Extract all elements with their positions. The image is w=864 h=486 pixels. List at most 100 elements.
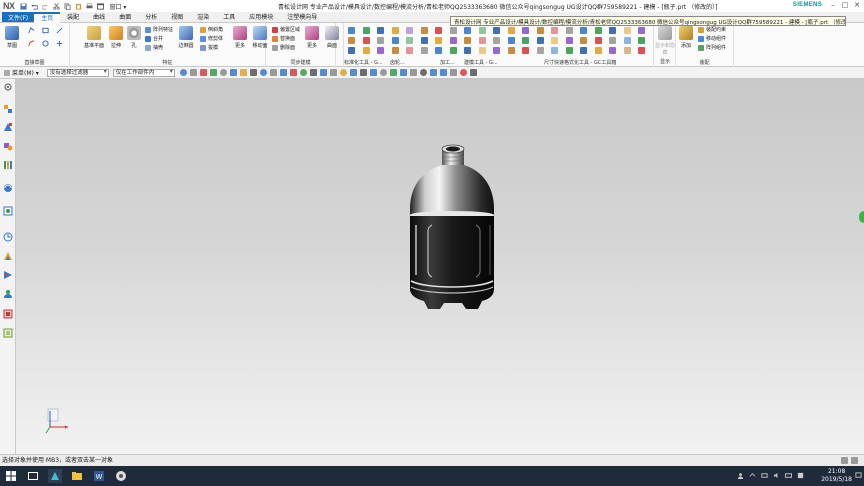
resource-slide-handle[interactable]: [859, 211, 864, 223]
paste-icon[interactable]: [75, 3, 82, 10]
gc-tool-icon[interactable]: [551, 27, 558, 34]
snap-tool-icon[interactable]: [340, 69, 348, 76]
type-filter-dropdown[interactable]: 没有选择过滤器: [46, 68, 109, 77]
gc-tool-icon[interactable]: [464, 47, 471, 54]
move-component-button[interactable]: 移动组件: [698, 35, 726, 42]
snap-tool-icon[interactable]: [190, 69, 198, 76]
gc-tool-icon[interactable]: [638, 47, 645, 54]
minimize-button[interactable]: –: [828, 1, 838, 10]
tab-view[interactable]: 视图: [164, 12, 190, 23]
gc-tool-icon[interactable]: [623, 47, 631, 54]
constraint-navigator-icon[interactable]: [3, 122, 13, 132]
snap-tool-icon[interactable]: [410, 69, 418, 76]
snap-tool-icon[interactable]: [350, 69, 358, 76]
gc-tool-icon[interactable]: [348, 27, 355, 34]
add-component-button[interactable]: 添加: [676, 26, 696, 49]
trim-body-button[interactable]: 修剪体: [200, 35, 223, 42]
snap-tool-icon[interactable]: [300, 69, 308, 76]
close-button[interactable]: ✕: [852, 1, 862, 10]
gc-tool-icon[interactable]: [362, 47, 370, 54]
point-icon[interactable]: [56, 40, 63, 47]
tab-render[interactable]: 渲染: [190, 12, 216, 23]
snap-tool-icon[interactable]: [430, 69, 438, 76]
tab-analysis[interactable]: 分析: [138, 12, 164, 23]
gc-tool-icon[interactable]: [464, 27, 471, 34]
assembly-navigator-icon[interactable]: [3, 104, 13, 114]
notification-icon[interactable]: [855, 472, 862, 479]
recorder-app-icon[interactable]: [114, 469, 128, 483]
hole-button[interactable]: 孔: [124, 26, 144, 49]
print-icon[interactable]: [85, 2, 93, 10]
gc-tool-icon[interactable]: [565, 47, 573, 54]
gc-tool-icon[interactable]: [362, 27, 370, 34]
gc-tool-icon[interactable]: [435, 27, 442, 34]
surface-button[interactable]: 曲面: [322, 26, 342, 49]
file-menu-button[interactable]: 文件(F): [2, 12, 35, 22]
history-icon[interactable]: [3, 232, 13, 242]
move-face-button[interactable]: 移动面: [250, 26, 270, 49]
snap-tool-icon[interactable]: [450, 69, 458, 76]
extrude-button[interactable]: 拉伸: [106, 26, 126, 49]
tab-assembly[interactable]: 装配: [60, 12, 86, 23]
gc-tool-icon[interactable]: [609, 27, 616, 34]
shell-button[interactable]: 抽壳: [145, 44, 163, 51]
tray-chevron-icon[interactable]: [749, 472, 756, 479]
snap-tool-icon[interactable]: [290, 69, 298, 76]
gc-tool-icon[interactable]: [507, 37, 515, 44]
edge-blend-button[interactable]: 边倒圆: [176, 26, 196, 49]
maximize-button[interactable]: □: [840, 1, 850, 10]
snap-tool-icon[interactable]: [280, 69, 288, 76]
gc-tool-icon[interactable]: [435, 47, 442, 54]
gc-tool-icon[interactable]: [406, 27, 413, 34]
gc-tool-icon[interactable]: [391, 27, 399, 34]
role-icon[interactable]: [3, 289, 13, 299]
gc-tool-icon[interactable]: [638, 37, 645, 44]
gc-tool-icon[interactable]: [522, 37, 529, 44]
start-windows-icon[interactable]: [4, 469, 18, 483]
part-navigator-icon[interactable]: [3, 141, 13, 151]
assembly-constraint-button[interactable]: 装配约束: [698, 26, 726, 33]
unite-button[interactable]: 合并: [145, 35, 163, 42]
cut-icon[interactable]: [52, 2, 60, 10]
tab-home[interactable]: 主页: [34, 11, 61, 23]
manufacturing-wizard-icon[interactable]: [3, 270, 13, 280]
snap-tool-icon[interactable]: [210, 69, 218, 76]
gc-tool-icon[interactable]: [580, 47, 587, 54]
more-sync-button[interactable]: 更多: [302, 26, 322, 49]
profile-icon[interactable]: [28, 27, 35, 34]
gc-tool-icon[interactable]: [377, 27, 384, 34]
gc-tool-icon[interactable]: [420, 37, 428, 44]
gc-tool-icon[interactable]: [522, 27, 529, 34]
properties-icon[interactable]: [3, 328, 13, 338]
tab-surface[interactable]: 曲面: [112, 12, 138, 23]
snap-tool-icon[interactable]: [470, 69, 478, 76]
snap-tool-icon[interactable]: [420, 69, 428, 76]
window-icon[interactable]: [96, 2, 104, 10]
gc-tool-icon[interactable]: [478, 47, 486, 54]
gc-tool-icon[interactable]: [623, 27, 631, 34]
gc-tool-icon[interactable]: [391, 37, 399, 44]
bottle-model[interactable]: [406, 143, 502, 313]
arc-icon[interactable]: [28, 40, 35, 47]
gc-tool-icon[interactable]: [464, 37, 471, 44]
snap-tool-icon[interactable]: [440, 69, 448, 76]
tab-mold-wizard[interactable]: 注塑模向导: [280, 12, 324, 23]
status-fullscreen-icon[interactable]: [851, 457, 858, 464]
gc-tool-icon[interactable]: [536, 47, 544, 54]
gc-tool-icon[interactable]: [362, 37, 370, 44]
gc-tool-icon[interactable]: [507, 27, 515, 34]
snap-tool-icon[interactable]: [270, 69, 278, 76]
show-hide-button[interactable]: 显示和隐藏: [655, 26, 675, 56]
chamfer-button[interactable]: 倒斜角: [200, 26, 223, 33]
gc-tool-icon[interactable]: [377, 47, 384, 54]
gc-tool-icon[interactable]: [449, 47, 457, 54]
gc-tool-icon[interactable]: [594, 27, 602, 34]
gc-tool-icon[interactable]: [391, 47, 399, 54]
tab-applications[interactable]: 应用模块: [242, 12, 280, 23]
graphics-viewport[interactable]: [16, 79, 864, 454]
gc-tool-icon[interactable]: [536, 37, 544, 44]
circle-icon[interactable]: [42, 40, 49, 47]
array-component-button[interactable]: 阵列组件: [698, 44, 726, 51]
gc-tool-icon[interactable]: [493, 27, 500, 34]
gc-tool-icon[interactable]: [580, 37, 587, 44]
